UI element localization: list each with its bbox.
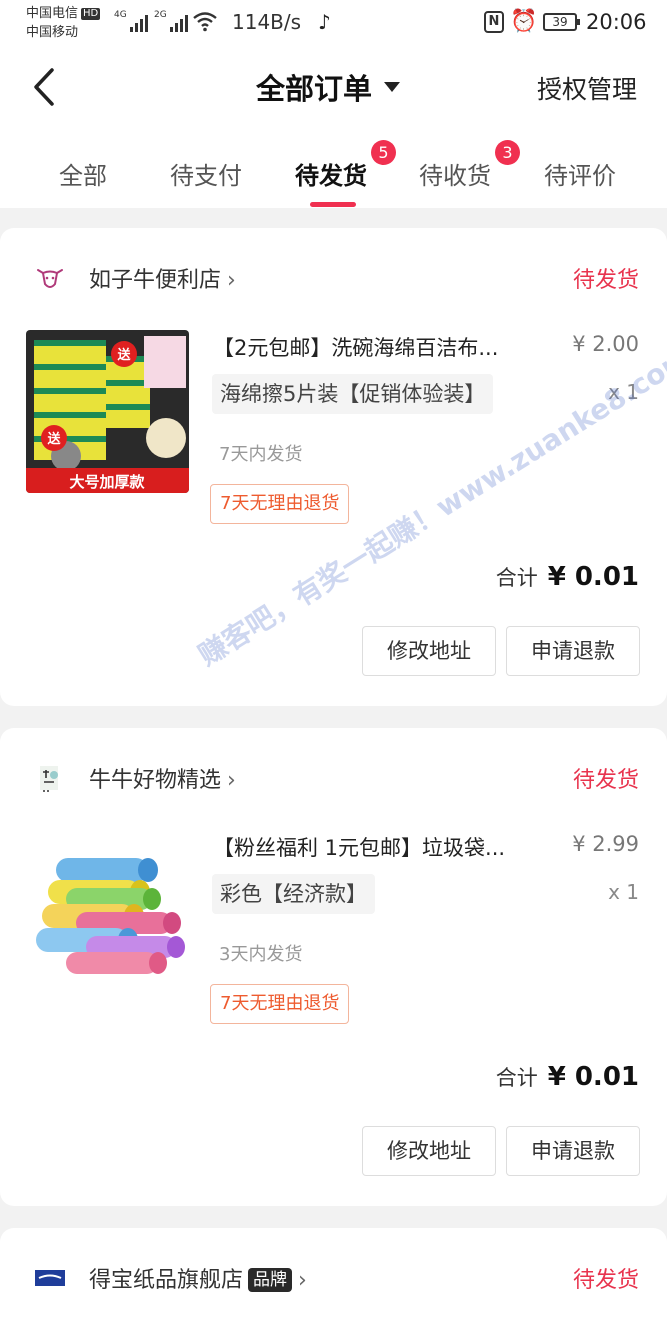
shipping-time: 3天内发货 — [219, 944, 303, 965]
brand-badge: 品牌 — [248, 1268, 293, 1292]
thumb-gift-tag: 送 — [116, 347, 131, 363]
shipping-time: 7天内发货 — [219, 444, 303, 465]
request-refund-button[interactable]: 申请退款 — [506, 1126, 640, 1176]
modify-address-button[interactable]: 修改地址 — [362, 626, 496, 676]
product-title[interactable]: 【2元包邮】洗碗海绵百洁布... — [213, 332, 543, 362]
carrier-info: 中国电信 HD 中国移动 — [26, 4, 101, 42]
order-card: 牛牛好物精选 › 待发货 【粉丝福利 1元包邮】垃圾袋... ¥ 2.99 彩色【… — [0, 728, 667, 1206]
tempo-logo-icon — [35, 1270, 65, 1286]
product-price: ¥ 2.99 — [572, 832, 639, 856]
caret-down-icon — [384, 82, 401, 92]
tab-badge-shipment: 5 — [371, 140, 396, 165]
tab-pending-payment[interactable]: 待支付 — [170, 156, 242, 191]
alarm-icon: ⏰ — [510, 9, 538, 34]
battery-level: 39 — [552, 15, 568, 29]
order-card: 如子牛便利店 › 待发货 送 送 大号加厚款 【2元包邮】洗碗海绵百洁布... ¥… — [0, 228, 667, 706]
nfc-icon: N — [484, 11, 504, 33]
tab-all[interactable]: 全部 — [59, 156, 107, 191]
auth-manage-button[interactable]: 授权管理 — [537, 70, 637, 106]
chevron-left-icon[interactable] — [24, 62, 68, 112]
order-card: 得宝纸品旗舰店 品牌 › 待发货 — [0, 1228, 667, 1334]
chevron-right-icon: › — [227, 768, 236, 793]
shop-name-text: 得宝纸品旗舰店 — [89, 1268, 244, 1293]
chevron-right-icon: › — [298, 1268, 307, 1293]
active-tab-indicator — [310, 202, 356, 207]
shop-name[interactable]: 得宝纸品旗舰店 品牌 › — [89, 1262, 307, 1294]
thumb-caption: 大号加厚款 — [69, 473, 145, 491]
total-amount: ¥ 0.01 — [547, 1062, 639, 1092]
signal-icon: 4G — [114, 10, 148, 32]
request-refund-button[interactable]: 申请退款 — [506, 626, 640, 676]
tab-pending-receipt[interactable]: 待收货 — [419, 156, 491, 191]
shop-row[interactable]: 牛牛好物精选 › 待发货 — [0, 760, 667, 796]
tab-badge-receipt: 3 — [495, 140, 520, 165]
product-sku: 彩色【经济款】 — [212, 874, 375, 914]
wifi-icon — [193, 12, 217, 32]
order-total: 合计 ¥ 0.01 — [496, 562, 639, 592]
product-sku: 海绵擦5片装【促销体验装】 — [212, 374, 494, 414]
order-status: 待发货 — [572, 768, 639, 793]
product-thumbnail-trash-bags[interactable] — [26, 830, 189, 993]
return-policy-tag: 7天无理由退货 — [210, 484, 350, 524]
total-label: 合计 — [495, 566, 538, 590]
tiktok-icon: ♪ — [318, 10, 331, 34]
tab-pending-shipment[interactable]: 待发货 — [295, 156, 367, 191]
order-total: 合计 ¥ 0.01 — [496, 1062, 639, 1092]
product-quantity: x 1 — [608, 380, 639, 404]
signal-icon: 2G — [154, 10, 188, 32]
chevron-right-icon: › — [227, 268, 236, 293]
title-dropdown[interactable]: 全部订单 — [256, 66, 401, 108]
order-status: 待发货 — [572, 1268, 639, 1293]
network-type-2: 2G — [154, 10, 167, 20]
app-header: 全部订单 授权管理 — [0, 46, 667, 128]
shop-name-text: 牛牛好物精选 — [89, 768, 222, 793]
total-label: 合计 — [495, 1066, 538, 1090]
shop-name-text: 如子牛便利店 — [89, 268, 222, 293]
total-amount: ¥ 0.01 — [547, 562, 639, 592]
carrier-1: 中国电信 — [26, 6, 79, 21]
carrier-2: 中国移动 — [26, 25, 79, 40]
shop-row[interactable]: 得宝纸品旗舰店 品牌 › 待发货 — [0, 1260, 667, 1296]
modify-address-button[interactable]: 修改地址 — [362, 1126, 496, 1176]
shop-row[interactable]: 如子牛便利店 › 待发货 — [0, 260, 667, 296]
tab-pending-review[interactable]: 待评价 — [544, 156, 616, 191]
page-title: 全部订单 — [256, 72, 373, 106]
status-bar: 中国电信 HD 中国移动 4G 2G 114B/s ♪ N ⏰ 39 20:06 — [0, 0, 667, 46]
return-policy-tag: 7天无理由退货 — [210, 984, 350, 1024]
shop-name[interactable]: 牛牛好物精选 › — [89, 762, 236, 794]
battery-icon: 39 — [543, 13, 580, 31]
product-thumbnail-sponge[interactable]: 送 送 大号加厚款 — [26, 330, 189, 493]
product-quantity: x 1 — [608, 880, 639, 904]
network-speed: 114B/s — [232, 10, 302, 34]
cow-logo-icon — [37, 269, 63, 288]
shop-name[interactable]: 如子牛便利店 › — [89, 262, 236, 294]
clock: 20:06 — [586, 10, 647, 34]
network-type-1: 4G — [114, 10, 127, 20]
thumb-gift-tag: 送 — [46, 431, 61, 447]
shop-logo-icon — [40, 766, 58, 792]
order-status: 待发货 — [572, 268, 639, 293]
product-title[interactable]: 【粉丝福利 1元包邮】垃圾袋... — [213, 832, 543, 862]
order-tabs: 全部 待支付 待发货 5 待收货 3 待评价 — [0, 128, 667, 208]
hd-badge: HD — [81, 8, 101, 20]
product-price: ¥ 2.00 — [572, 332, 639, 356]
